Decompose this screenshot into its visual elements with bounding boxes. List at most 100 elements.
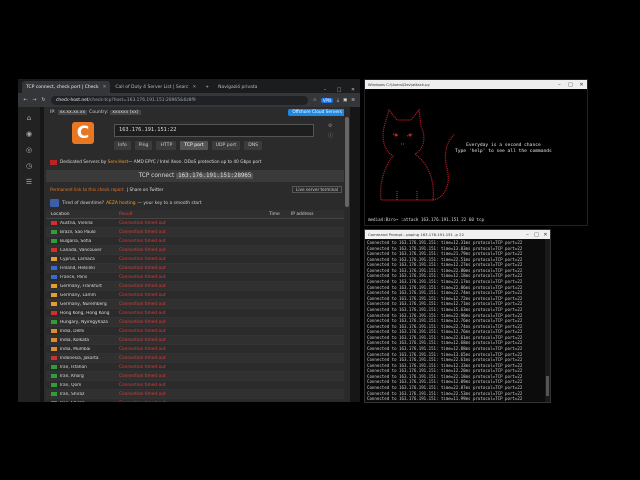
window-controls: – □ ✕ xyxy=(523,232,550,238)
http-button[interactable]: HTTP xyxy=(156,141,177,150)
udp-port-button[interactable]: UDP port xyxy=(211,141,241,150)
whatsapp-icon[interactable]: ◎ xyxy=(24,145,34,155)
minimize-icon[interactable]: – xyxy=(318,87,332,93)
wallet-icon[interactable]: ▣ xyxy=(343,98,347,103)
console-suffix: protocol=TCP port=22 xyxy=(470,295,523,301)
url-field[interactable]: check-host.net /check-tcp?host=163.176.1… xyxy=(51,95,308,105)
console-time: 15.63ms xyxy=(453,306,471,312)
console-suffix: protocol=TCP port=22 xyxy=(470,256,523,262)
row-location: India, Mumbai xyxy=(46,347,119,352)
console-suffix: protocol=TCP port=22 xyxy=(470,279,523,285)
col-location[interactable]: Location xyxy=(46,212,119,217)
console-time: 22.19ms xyxy=(453,402,470,403)
console-prefix: Connected to 163.176.191.151: time= xyxy=(367,362,454,368)
close-icon[interactable]: ✕ xyxy=(103,85,107,90)
table-row: Austria, Vienna Connection timed out xyxy=(46,219,346,228)
tab-private[interactable]: Navigazió privata xyxy=(214,81,261,93)
close-icon[interactable]: ✕ xyxy=(193,85,197,90)
dns-button[interactable]: DNS xyxy=(244,141,263,150)
tab-check-host[interactable]: TCP connect, check port | Check ✕ xyxy=(22,81,111,93)
aeza-ad[interactable]: Tired of downtime? AEZA hosting — your k… xyxy=(50,198,342,208)
location-text: Canada, Vancouver xyxy=(60,247,102,253)
console-scrollbar[interactable] xyxy=(545,239,550,402)
download-icon[interactable]: ⤓ xyxy=(337,97,339,103)
info-icon[interactable]: ⓘ xyxy=(328,131,333,141)
info-button[interactable]: Info xyxy=(114,141,131,150)
tab-cod4-list[interactable]: Call of Duty 4 Server List | Searc ✕ xyxy=(111,81,200,93)
tcp-port-button[interactable]: TCP port xyxy=(180,141,208,150)
row-result: Connection timed out xyxy=(119,283,166,289)
country-value: xxxxxx (xx) xyxy=(110,109,141,115)
console-prefix: Connected to 163.176.191.151: time= xyxy=(367,256,454,262)
row-location: India, Delhi xyxy=(46,329,119,334)
vpn-badge[interactable]: VPN xyxy=(320,97,333,103)
row-result: Connection timed out xyxy=(119,319,166,325)
location-text: Hungary, Nyiregyhaza xyxy=(60,319,108,325)
live-terminal-button[interactable]: Live server terminal xyxy=(292,186,342,193)
location-text: India, Kolkata xyxy=(60,337,90,343)
row-result: Connection timed out xyxy=(119,247,166,253)
host-input[interactable]: 163.176.191.151:22 xyxy=(114,124,314,137)
tab-label: Call of Duty 4 Server List | Searc xyxy=(115,84,189,90)
command-prompt-window: Command Prompt - paping 163.176.191.151 … xyxy=(364,229,551,403)
close-icon[interactable]: ✕ xyxy=(346,87,360,93)
ddos-brand[interactable]: AEZA hosting xyxy=(106,201,135,206)
table-header: Location Result Time IP address xyxy=(46,210,346,219)
scroll-thumb[interactable] xyxy=(546,376,549,396)
settings-icon[interactable]: ⚙ xyxy=(328,121,333,131)
minimize-icon[interactable]: – xyxy=(554,82,565,88)
row-result: Connection timed out xyxy=(119,238,166,244)
maximize-icon[interactable]: □ xyxy=(332,87,346,93)
table-row: Hungary, Nyiregyhaza Connection timed out xyxy=(46,318,346,327)
ip-value: xx.xx.xx.xx xyxy=(57,109,88,115)
back-icon[interactable]: ← xyxy=(21,97,30,103)
close-icon[interactable]: ✕ xyxy=(576,82,587,88)
page-scrollbar[interactable] xyxy=(344,107,350,402)
row-location: France, Paris xyxy=(46,275,119,280)
table-row: Iran, Qom Connection timed out xyxy=(46,381,346,390)
share-twitter-link[interactable]: | Share on Twitter xyxy=(127,187,164,192)
console-prefix: Connected to 163.176.191.151: time= xyxy=(367,251,454,257)
permanent-link[interactable]: Permanent link to this check report xyxy=(50,187,124,192)
home-icon[interactable]: ⌂ xyxy=(24,113,34,123)
ping-button[interactable]: Ping xyxy=(134,141,153,150)
console-suffix: protocol=TCP port=22 xyxy=(470,368,523,374)
ad-brand[interactable]: Serv.Host xyxy=(108,160,129,165)
row-location: Canada, Vancouver xyxy=(46,248,119,253)
maximize-icon[interactable]: □ xyxy=(565,82,576,88)
country-flag-icon xyxy=(51,293,57,297)
console-time: 12.76ms xyxy=(453,329,471,335)
console-suffix: protocol=TCP port=22 xyxy=(470,267,523,273)
row-result: Connection timed out xyxy=(119,391,166,397)
command-line[interactable]: media4:Bzro~ :attack 163.176.191.151 22 … xyxy=(368,217,484,222)
country-flag-icon xyxy=(51,329,57,333)
close-icon[interactable]: ✕ xyxy=(541,232,550,238)
country-flag-icon xyxy=(51,365,57,369)
table-row: Iran, Isfahan Connection timed out xyxy=(46,363,346,372)
minimize-icon[interactable]: – xyxy=(523,232,532,238)
console-prefix: Connected to 163.176.191.151: time= xyxy=(367,245,454,251)
console-suffix: protocol=TCP port=22 xyxy=(470,362,523,368)
scroll-thumb[interactable] xyxy=(345,117,349,207)
clock-icon[interactable]: ◷ xyxy=(24,161,34,171)
row-result: Connection timed out xyxy=(119,328,166,334)
console-suffix: protocol=TCP port=22 xyxy=(470,351,523,357)
country-flag-icon xyxy=(51,401,57,402)
reload-icon[interactable]: ↻ xyxy=(39,97,48,103)
check-host-logo[interactable]: C xyxy=(72,122,94,144)
menu-icon[interactable]: ≡ xyxy=(351,98,355,103)
console-time: 22.74ms xyxy=(453,290,471,296)
row-location: Iran, Shiraz xyxy=(46,392,119,397)
forward-icon[interactable]: → xyxy=(30,97,39,103)
location-text: India, Delhi xyxy=(60,328,85,334)
messenger-icon[interactable]: ◉ xyxy=(24,129,34,139)
list-icon[interactable]: ☰ xyxy=(24,177,34,187)
new-tab-button[interactable]: + xyxy=(201,81,213,93)
report-links: Permanent link to this check report | Sh… xyxy=(50,185,342,194)
bookmark-icon[interactable]: ☆ xyxy=(313,98,317,103)
console-suffix: protocol=TCP port=22 xyxy=(470,312,523,318)
window-controls: – □ ✕ xyxy=(554,82,587,88)
maximize-icon[interactable]: □ xyxy=(532,232,541,238)
dedicated-servers-ad[interactable]: Dedicated Servers by Serv.Host — AMD EPY… xyxy=(50,157,344,167)
offshore-button[interactable]: Offshore Cloud Servers xyxy=(288,108,346,116)
